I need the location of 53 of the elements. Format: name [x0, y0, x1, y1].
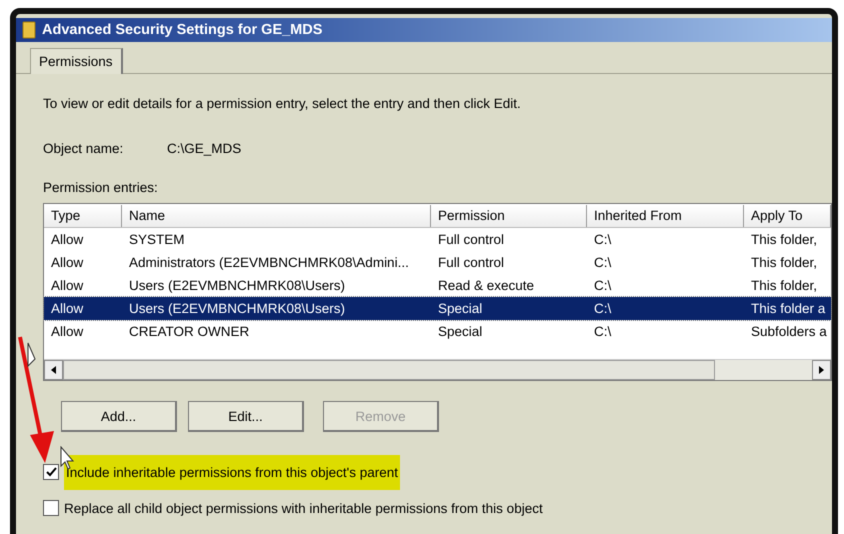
object-name-label: Object name:	[43, 141, 124, 156]
table-cell-text: CREATOR OWNER	[128, 324, 250, 339]
tab[interactable]: Permissions	[30, 48, 123, 74]
column-header[interactable]: Name	[122, 204, 431, 226]
horizontal-scrollbar[interactable]	[44, 359, 831, 380]
checkbox[interactable]	[43, 500, 59, 516]
table-cell-text: Administrators (E2EVMBNCHMRK08\Admini...	[128, 255, 410, 270]
permission-entries-label: Permission entries:	[43, 180, 159, 195]
table-cell-text: Allow	[50, 278, 84, 293]
table-cell-text: Special	[437, 324, 484, 339]
column-header[interactable]: Type	[44, 204, 122, 226]
checkbox-label: Include inheritable permissions from this object's parent	[64, 454, 400, 490]
column-header[interactable]: Apply To	[744, 204, 831, 226]
table-cell-text: Read & execute	[437, 278, 536, 293]
dialog-button[interactable]: Add...	[61, 401, 177, 432]
column-header[interactable]: Permission	[431, 204, 587, 226]
table-cell-text: This folder,	[750, 232, 818, 247]
table-cell-text: Allow	[50, 255, 84, 270]
table-row[interactable]: Allow Administrators (E2EVMBNCHMRK08\Admini... Full control C:\ This folder,	[44, 251, 831, 274]
checkbox[interactable]	[43, 464, 59, 480]
table-cell-text: Full control	[437, 255, 506, 270]
checkbox-label: Replace all child object permissions with inheritable permissions from this object	[64, 500, 543, 516]
table-cell-text: Users (E2EVMBNCHMRK08\Users)	[128, 301, 346, 316]
table-row[interactable]: Allow CREATOR OWNER Special C:\ Subfolders a	[44, 320, 831, 343]
table-row[interactable]: Allow Users (E2EVMBNCHMRK08\Users) Read & execute C:\ This folder,	[44, 274, 831, 297]
table-cell-text: Allow	[50, 324, 84, 339]
column-header[interactable]: Inherited From	[587, 204, 744, 226]
window-title: Advanced Security Settings for GE_MDS	[42, 22, 322, 38]
table-cell-text: Allow	[50, 232, 84, 247]
table-cell-text: This folder,	[750, 255, 818, 270]
checkmark-icon	[46, 467, 56, 477]
table-row[interactable]: Allow Users (E2EVMBNCHMRK08\Users) Special C:\ This folder a	[44, 297, 831, 320]
table-cell-text: This folder,	[750, 278, 818, 293]
table-cell-text: C:\	[593, 324, 612, 339]
table-cell-text: Full control	[437, 232, 506, 247]
dialog-button[interactable]: Edit...	[188, 401, 304, 432]
table-cell-text: Subfolders a	[750, 324, 828, 339]
mouse-pointer-icon	[27, 342, 37, 368]
instruction-text: To view or edit details for a permission entry, select the entry and then click Edit.	[43, 96, 522, 111]
table-cell-text: This folder a	[750, 301, 826, 316]
table-cell-text: C:\	[593, 255, 612, 270]
table-cell-text: C:\	[593, 278, 612, 293]
table-cell-text: Allow	[50, 301, 84, 316]
table-cell-text: C:\	[593, 301, 612, 316]
table-cell-text: Special	[437, 301, 484, 316]
table-cell-text: SYSTEM	[128, 232, 186, 247]
scroll-left-icon[interactable]	[50, 366, 56, 374]
table-cell-text: Users (E2EVMBNCHMRK08\Users)	[128, 278, 346, 293]
object-name-value: C:\GE_MDS	[167, 141, 242, 156]
table-cell-text: C:\	[593, 232, 612, 247]
folder-icon	[22, 21, 36, 39]
table-row[interactable]: Allow SYSTEM Full control C:\ This folder,	[44, 228, 831, 251]
scroll-right-icon[interactable]	[818, 366, 824, 374]
